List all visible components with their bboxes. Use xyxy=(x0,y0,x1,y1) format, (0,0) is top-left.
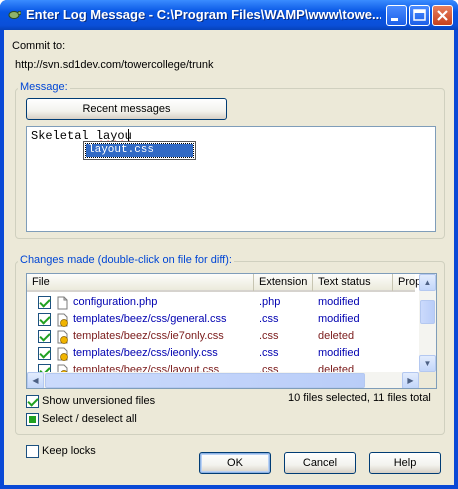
ok-button[interactable]: OK xyxy=(199,452,271,474)
title-bar[interactable]: Enter Log Message - C:\Program Files\WAM… xyxy=(0,0,458,30)
row-status: deleted xyxy=(318,330,355,342)
row-file: templates/beez/css/ieonly.css xyxy=(73,347,218,359)
row-extension: .css xyxy=(259,313,279,325)
column-header-text-status[interactable]: Text status xyxy=(313,274,393,291)
list-header: File Extension Text status Prop xyxy=(27,274,421,292)
css-file-icon xyxy=(57,313,68,327)
scroll-down-button[interactable]: ▼ xyxy=(419,355,436,372)
cancel-label: Cancel xyxy=(302,457,338,469)
horizontal-scroll-thumb[interactable] xyxy=(45,373,365,388)
select-all-label[interactable]: Select / deselect all xyxy=(42,413,137,425)
autocomplete-popup[interactable]: layout.css xyxy=(83,141,196,160)
css-file-icon xyxy=(57,347,68,361)
maximize-button[interactable] xyxy=(409,5,430,26)
file-icon xyxy=(57,296,68,310)
scroll-right-button[interactable]: ▶ xyxy=(402,372,419,388)
message-group-title: Message: xyxy=(18,81,70,93)
show-unversioned-checkbox[interactable] xyxy=(26,395,39,408)
table-row[interactable]: templates/beez/css/ieonly.css .css modif… xyxy=(27,345,415,362)
row-file: templates/beez/css/general.css xyxy=(73,313,227,325)
close-button[interactable] xyxy=(432,5,453,26)
dialog-client-area: Commit to: http://svn.sd1dev.com/towerco… xyxy=(4,30,454,485)
selection-summary: 10 files selected, 11 files total xyxy=(288,392,431,404)
help-button[interactable]: Help xyxy=(369,452,441,474)
css-file-icon xyxy=(57,330,68,344)
cancel-button[interactable]: Cancel xyxy=(284,452,356,474)
row-extension: .css xyxy=(259,330,279,342)
table-row[interactable]: templates/beez/css/ie7only.css .css dele… xyxy=(27,328,415,345)
close-icon xyxy=(437,10,448,21)
row-checkbox[interactable] xyxy=(38,313,51,326)
horizontal-scrollbar[interactable]: ◀ ▶ xyxy=(27,372,419,388)
vertical-scrollbar[interactable]: ▲ ▼ xyxy=(419,274,436,372)
window-title: Enter Log Message - C:\Program Files\WAM… xyxy=(26,7,381,22)
column-header-file[interactable]: File xyxy=(27,274,254,291)
scroll-corner xyxy=(419,372,436,388)
tortoise-app-icon xyxy=(8,11,21,19)
indeterminate-mark xyxy=(29,416,36,423)
scroll-left-button[interactable]: ◀ xyxy=(27,372,44,388)
select-all-checkbox[interactable] xyxy=(26,413,39,426)
keep-locks-label[interactable]: Keep locks xyxy=(42,445,96,457)
ok-label: OK xyxy=(227,457,243,469)
changes-group-title: Changes made (double-click on file for d… xyxy=(18,254,234,266)
recent-messages-label: Recent messages xyxy=(82,103,171,115)
autocomplete-item[interactable]: layout.css xyxy=(85,143,194,158)
column-header-extension[interactable]: Extension xyxy=(254,274,313,291)
row-file: templates/beez/css/ie7only.css xyxy=(73,330,224,342)
row-checkbox[interactable] xyxy=(38,296,51,309)
table-row[interactable]: configuration.php .php modified xyxy=(27,294,415,311)
changes-list[interactable]: File Extension Text status Prop configur… xyxy=(26,273,437,389)
message-textarea[interactable]: Skeletal layou layout.css xyxy=(26,126,436,232)
row-extension: .php xyxy=(259,296,281,308)
row-status: modified xyxy=(318,296,360,308)
row-checkbox[interactable] xyxy=(38,347,51,360)
row-file: configuration.php xyxy=(73,296,158,308)
commit-url: http://svn.sd1dev.com/towercollege/trunk xyxy=(15,59,214,71)
maximize-icon xyxy=(413,9,426,21)
show-unversioned-label[interactable]: Show unversioned files xyxy=(42,395,155,407)
help-label: Help xyxy=(393,457,417,469)
vertical-scroll-thumb[interactable] xyxy=(420,300,435,324)
table-row[interactable]: templates/beez/css/general.css .css modi… xyxy=(27,311,415,328)
row-checkbox[interactable] xyxy=(38,330,51,343)
commit-label: Commit to: xyxy=(12,40,66,52)
recent-messages-button[interactable]: Recent messages xyxy=(26,98,227,120)
row-status: modified xyxy=(318,313,360,325)
row-extension: .css xyxy=(259,347,279,359)
keep-locks-checkbox[interactable] xyxy=(26,445,39,458)
dialog-window: Enter Log Message - C:\Program Files\WAM… xyxy=(0,0,458,489)
minimize-button[interactable] xyxy=(386,5,407,26)
row-status: modified xyxy=(318,347,360,359)
minimize-icon xyxy=(391,18,398,21)
scroll-up-button[interactable]: ▲ xyxy=(419,274,436,291)
